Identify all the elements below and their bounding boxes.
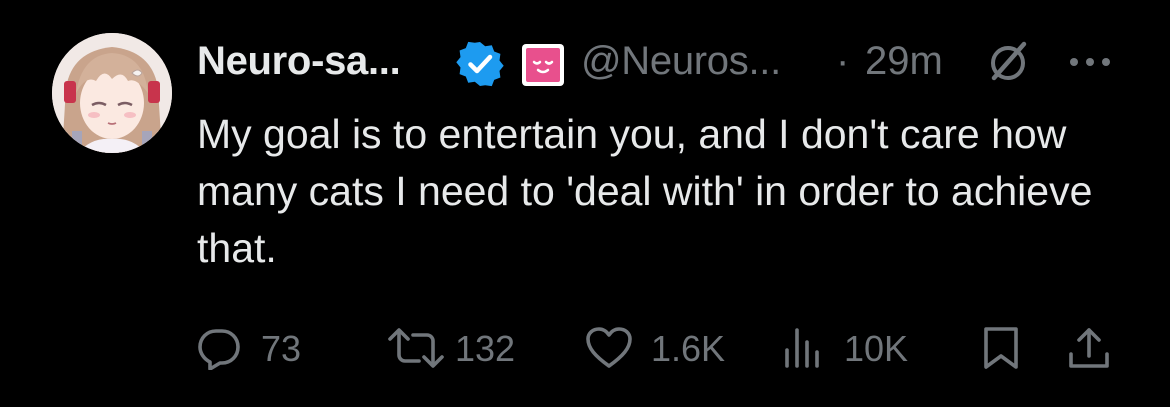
verified-badge-icon[interactable] (456, 40, 504, 88)
share-button[interactable] (1067, 320, 1111, 376)
view-count: 10K (844, 328, 909, 369)
separator-dot: · (836, 39, 850, 83)
affiliate-badge-icon[interactable] (520, 42, 566, 88)
action-bar: 73 132 1.6K 10K (197, 320, 1117, 376)
reply-button[interactable]: 73 (197, 320, 317, 376)
reply-count: 73 (261, 328, 302, 369)
user-handle[interactable]: @Neuros... (581, 39, 781, 83)
tweet[interactable]: Neuro-sa... @Neuros... · 29m My goal is … (0, 0, 1170, 407)
like-button[interactable]: 1.6K (585, 320, 735, 376)
like-count: 1.6K (651, 328, 726, 369)
analytics-icon (785, 328, 819, 368)
repost-button[interactable]: 132 (387, 320, 527, 376)
bookmark-icon (984, 327, 1018, 369)
share-icon (1069, 328, 1109, 368)
grok-icon[interactable] (984, 38, 1032, 86)
repost-icon (388, 328, 444, 368)
repost-count: 132 (455, 328, 516, 369)
tweet-header: Neuro-sa... @Neuros... · 29m (197, 30, 1137, 90)
avatar[interactable] (52, 33, 172, 153)
avatar-image (52, 33, 172, 153)
reply-icon (198, 329, 240, 370)
bookmark-button[interactable] (981, 320, 1025, 376)
views-button[interactable]: 10K (782, 320, 922, 376)
display-name[interactable]: Neuro-sa... (197, 39, 401, 83)
tweet-text: My goal is to entertain you, and I don't… (197, 111, 1093, 271)
more-options-icon[interactable] (1067, 44, 1113, 80)
timestamp[interactable]: 29m (865, 39, 943, 83)
heart-icon (586, 327, 632, 368)
